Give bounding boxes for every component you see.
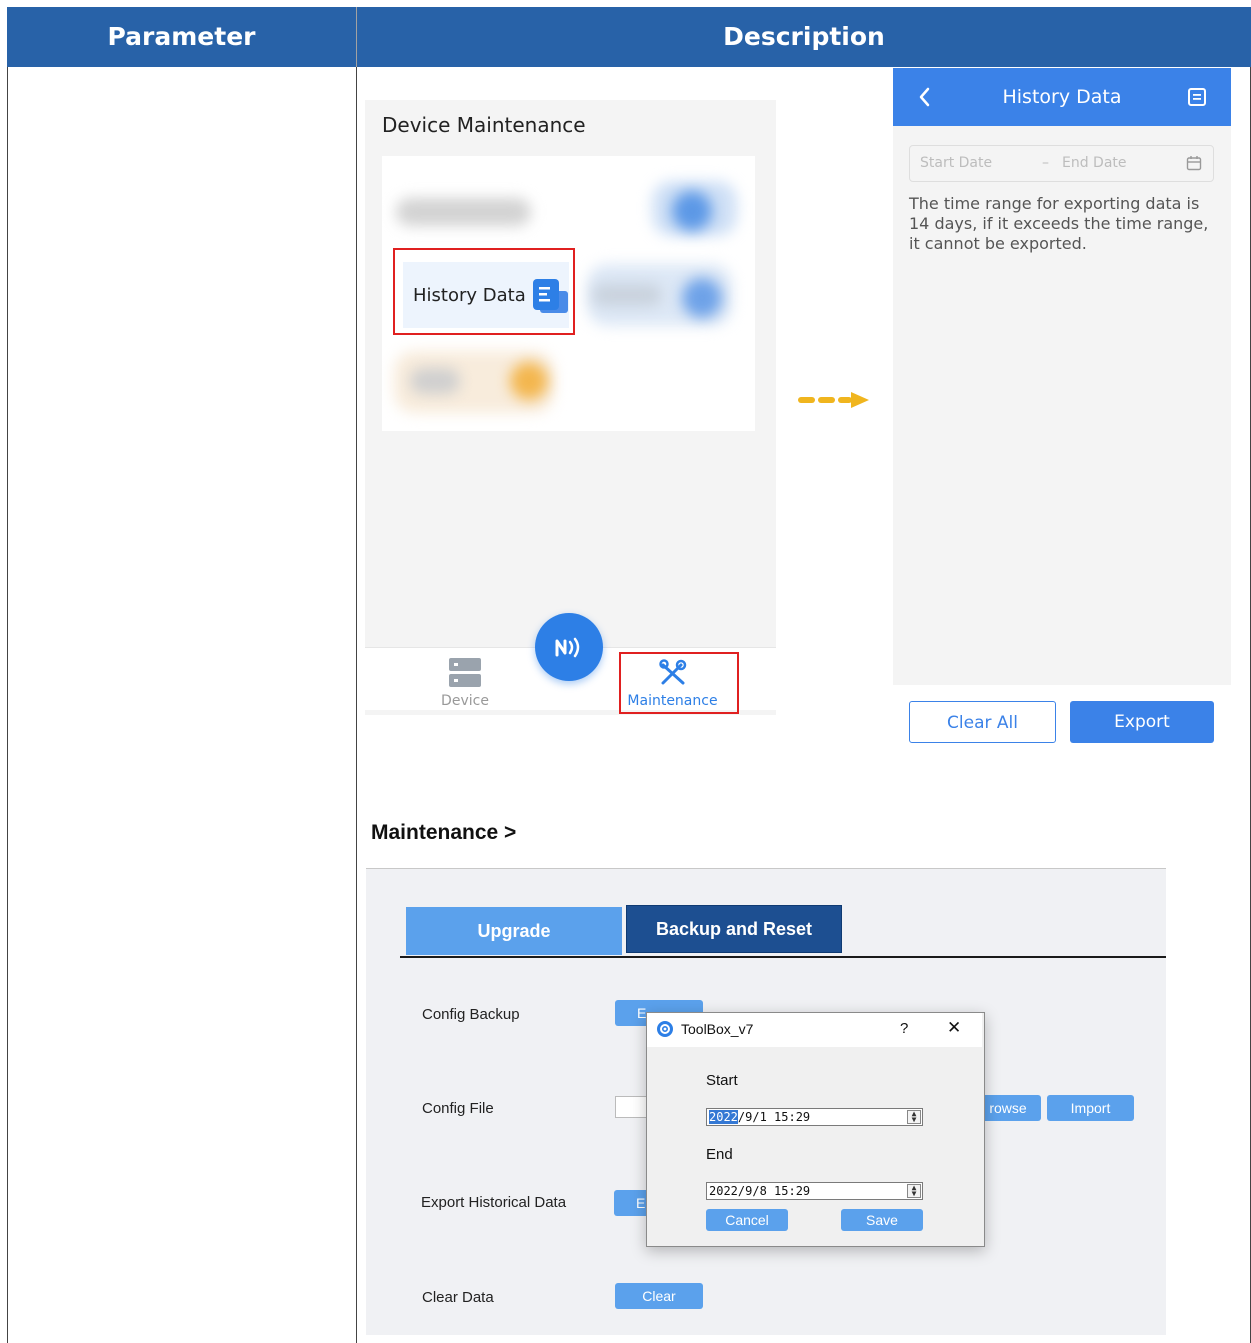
- history-title: History Data: [1002, 86, 1122, 108]
- dialog-save-button[interactable]: Save: [841, 1209, 923, 1231]
- tab-upgrade[interactable]: Upgrade: [406, 907, 622, 955]
- table-column-divider: [356, 7, 357, 1343]
- header-description: Description: [723, 22, 885, 51]
- start-label: Start: [706, 1072, 738, 1089]
- blurred-option: [396, 198, 531, 226]
- nfc-icon: [555, 637, 580, 658]
- header-divider: [356, 7, 357, 67]
- config-backup-label: Config Backup: [422, 1006, 520, 1023]
- export-historical-data-label: Export Historical Data: [421, 1194, 567, 1211]
- device-server-icon: [449, 658, 481, 687]
- start-year-selected: 2022: [709, 1110, 738, 1124]
- start-date-placeholder[interactable]: Start Date: [920, 155, 992, 171]
- blurred-option: [410, 368, 460, 394]
- end-datetime-input[interactable]: 2022/9/8 15:29 ▲ ▼: [706, 1182, 923, 1200]
- maintenance-breadcrumb: Maintenance >: [371, 821, 517, 844]
- clear-data-label: Clear Data: [422, 1289, 494, 1306]
- table-border-left: [7, 67, 8, 1343]
- start-datetime-rest: /9/1 15:29: [737, 1110, 811, 1124]
- close-icon[interactable]: ✕: [947, 1018, 961, 1038]
- screen-title: Device Maintenance: [382, 113, 586, 137]
- blurred-icon: [682, 278, 722, 318]
- start-datetime-input[interactable]: 2022/9/1 15:29 ▲ ▼: [706, 1108, 923, 1126]
- dialog-cancel-button[interactable]: Cancel: [706, 1209, 788, 1231]
- export-range-note: The time range for exporting data is 14 …: [909, 194, 1209, 253]
- blurred-icon: [510, 362, 548, 400]
- range-separator: –: [1042, 155, 1049, 171]
- config-file-label: Config File: [422, 1100, 494, 1117]
- end-date-placeholder[interactable]: End Date: [1062, 155, 1127, 171]
- clear-all-button[interactable]: Clear All: [909, 701, 1056, 743]
- document-list-icon[interactable]: [1187, 87, 1207, 107]
- export-button[interactable]: Export: [1070, 701, 1214, 743]
- toolbox-dialog: [646, 1012, 985, 1247]
- end-spin-arrows-icon[interactable]: ▲ ▼: [907, 1184, 921, 1198]
- header-parameter: Parameter: [107, 22, 256, 51]
- dashed-arrow-icon: [798, 392, 869, 408]
- nfc-button[interactable]: [535, 613, 603, 681]
- date-range-picker[interactable]: Start Date – End Date: [909, 145, 1214, 182]
- tab-backup-and-reset[interactable]: Backup and Reset: [626, 905, 842, 953]
- toolbox-gear-icon: [657, 1021, 673, 1037]
- blurred-icon: [672, 191, 712, 231]
- clear-data-button[interactable]: Clear: [615, 1283, 703, 1309]
- table-header: Parameter Description: [7, 7, 1251, 67]
- start-spin-arrows-icon[interactable]: ▲ ▼: [907, 1110, 921, 1124]
- highlight-history-data: [393, 248, 575, 335]
- import-button[interactable]: Import: [1047, 1095, 1134, 1121]
- blurred-option: [592, 284, 662, 306]
- end-label: End: [706, 1146, 733, 1163]
- dialog-title: ToolBox_v7: [681, 1021, 754, 1037]
- end-datetime-value: 2022/9/8 15:29: [709, 1184, 811, 1198]
- nav-device-label[interactable]: Device: [405, 693, 525, 709]
- calendar-icon: [1186, 156, 1202, 171]
- tab-underline: [400, 956, 1166, 958]
- help-icon[interactable]: ?: [900, 1020, 908, 1037]
- highlight-maintenance-tab: [619, 652, 739, 714]
